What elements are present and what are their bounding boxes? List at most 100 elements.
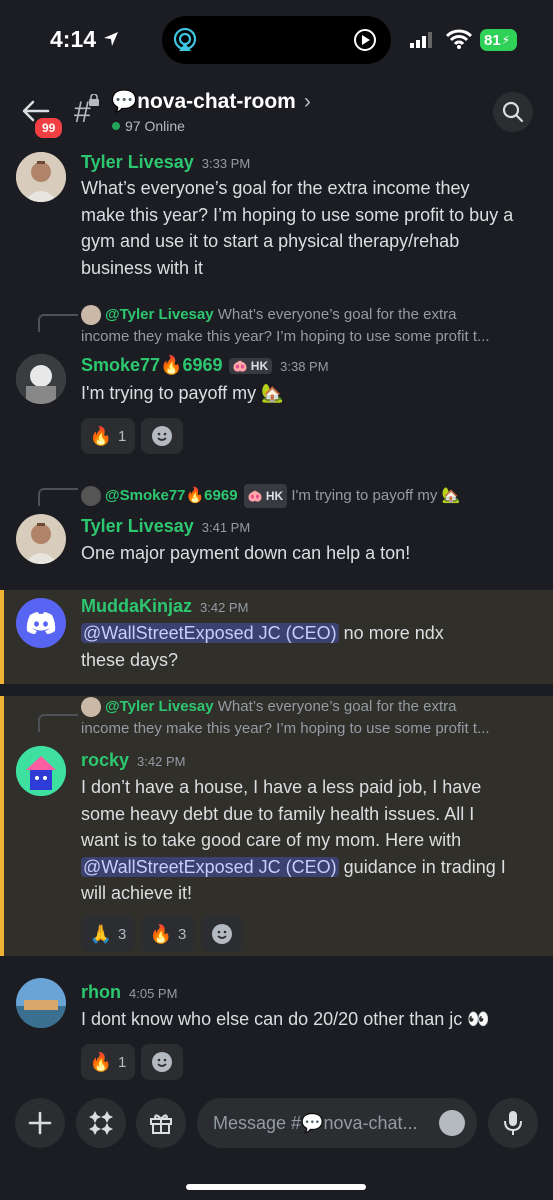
reply-text-cont: income they make this year? I’m hoping t… — [81, 720, 490, 737]
channel-name: 💬nova-chat-room — [111, 90, 296, 113]
reply-author: @Smoke77🔥6969 — [105, 486, 238, 504]
charging-icon: ⚡ — [501, 33, 511, 47]
clock: 4:14 — [50, 26, 97, 52]
avatar[interactable] — [16, 978, 66, 1028]
reply-preview[interactable]: @Tyler Livesay What’s everyone’s goal fo… — [81, 696, 541, 740]
cellular-signal-icon — [410, 32, 432, 48]
user-mention[interactable]: @WallStreetExposed JC (CEO) — [81, 856, 339, 877]
reaction-bar: 🔥 1 — [81, 418, 183, 454]
username[interactable]: MuddaKinjaz 3:42 PM — [81, 596, 248, 617]
lock-icon — [89, 94, 99, 106]
channel-hash-icon: # — [74, 94, 99, 130]
emoji-picker-icon[interactable] — [439, 1110, 465, 1136]
avatar[interactable] — [16, 354, 66, 404]
message-text: What’s everyone’s goal for the extra inc… — [81, 178, 514, 278]
reaction-bar: 🙏 3 🔥 3 — [81, 916, 243, 952]
battery-indicator: 81 ⚡ — [480, 29, 517, 51]
message: Tyler Livesay 3:33 PM What’s everyone’s g… — [0, 146, 553, 286]
home-indicator — [186, 1184, 366, 1190]
message-text: @WallStreetExposed JC (CEO) no more ndx … — [81, 623, 444, 670]
message-input[interactable]: Message #💬nova-chat... — [197, 1098, 477, 1148]
channel-header: 99 # 💬nova-chat-room › 97 Online — [0, 84, 553, 146]
role-tag: 🐽 HK — [243, 484, 288, 508]
reply-author: @Tyler Livesay — [105, 306, 214, 323]
gift-icon — [150, 1114, 172, 1134]
add-reaction-icon — [212, 924, 232, 944]
location-arrow-icon — [104, 32, 118, 46]
reaction-fire[interactable]: 🔥 1 — [81, 418, 135, 454]
message: @Smoke77🔥6969 🐽 HK I'm trying to payoff m… — [0, 476, 553, 586]
timestamp: 3:41 PM — [201, 520, 251, 535]
message: @Tyler Livesay What’s everyone’s goal fo… — [0, 296, 553, 466]
gift-button[interactable] — [136, 1098, 186, 1148]
message-input-placeholder: Message #💬nova-chat... — [213, 1112, 418, 1133]
dynamic-island — [162, 16, 391, 64]
message: rhon 4:05 PM I dont know who else can do … — [0, 976, 553, 1086]
plus-icon — [28, 1111, 52, 1135]
unread-badge: 99 — [33, 116, 65, 140]
timestamp: 3:42 PM — [200, 600, 249, 615]
reaction-fire[interactable]: 🔥 1 — [81, 1044, 135, 1080]
username[interactable]: Smoke77🔥6969 🐽 HK 3:38 PM — [81, 355, 329, 376]
sparkle-apps-icon — [89, 1111, 113, 1135]
reply-connector — [38, 488, 78, 506]
online-count: 97 Online — [112, 118, 185, 134]
reply-connector — [38, 314, 78, 332]
reply-avatar — [81, 305, 101, 326]
message-list[interactable]: Tyler Livesay 3:33 PM What’s everyone’s g… — [0, 146, 553, 1086]
message-text: One major payment down can help a ton! — [81, 543, 411, 563]
airplay-icon — [173, 27, 197, 51]
username[interactable]: rocky 3:42 PM — [81, 750, 185, 771]
avatar[interactable] — [16, 598, 66, 648]
username[interactable]: Tyler Livesay 3:33 PM — [81, 152, 250, 173]
add-reaction-button[interactable] — [141, 418, 183, 454]
username[interactable]: rhon 4:05 PM — [81, 982, 177, 1003]
screen-record-icon — [354, 29, 376, 51]
reply-author: @Tyler Livesay — [105, 698, 214, 715]
reply-connector — [38, 714, 78, 732]
reply-text-cont: income they make this year? I’m hoping t… — [81, 328, 490, 345]
add-reaction-button[interactable] — [141, 1044, 183, 1080]
timestamp: 3:38 PM — [280, 359, 329, 374]
timestamp: 3:42 PM — [137, 754, 186, 769]
username[interactable]: Tyler Livesay 3:41 PM — [81, 516, 250, 537]
avatar[interactable] — [16, 514, 66, 564]
discord-logo-icon — [26, 612, 56, 634]
user-mention[interactable]: @WallStreetExposed JC (CEO) — [81, 623, 339, 643]
add-reaction-icon — [152, 426, 172, 446]
microphone-icon — [504, 1111, 522, 1135]
voice-message-button[interactable] — [488, 1098, 538, 1148]
add-reaction-icon — [152, 1052, 172, 1072]
reaction-bar: 🔥 1 — [81, 1044, 183, 1080]
battery-level: 81 — [484, 31, 501, 49]
channel-title[interactable]: 💬nova-chat-room › — [111, 90, 311, 114]
reaction-fire[interactable]: 🔥 3 — [141, 916, 195, 952]
reply-avatar — [81, 486, 101, 506]
wifi-icon — [446, 29, 472, 49]
reply-text: What’s everyone’s goal for the extra — [217, 306, 457, 323]
message-mention-highlight: @Tyler Livesay What’s everyone’s goal fo… — [0, 696, 553, 956]
online-dot-icon — [112, 122, 120, 130]
reply-preview[interactable]: @Tyler Livesay What’s everyone’s goal fo… — [81, 304, 541, 348]
add-reaction-button[interactable] — [201, 916, 243, 952]
message-text: I'm trying to payoff my 🏡 — [81, 383, 284, 403]
timestamp: 4:05 PM — [129, 986, 178, 1001]
search-button[interactable] — [493, 92, 533, 132]
message-text: I don’t have a house, I have a less paid… — [81, 777, 506, 903]
reply-text: What’s everyone’s goal for the extra — [217, 698, 457, 715]
reply-text: I'm trying to payoff my 🏡 — [291, 486, 461, 504]
add-attachment-button[interactable] — [15, 1098, 65, 1148]
reply-avatar — [81, 697, 101, 718]
avatar[interactable] — [16, 746, 66, 796]
chevron-right-icon: › — [303, 90, 311, 113]
online-text: 97 Online — [125, 118, 185, 134]
message-text: I dont know who else can do 20/20 other … — [81, 1009, 490, 1029]
apps-button[interactable] — [76, 1098, 126, 1148]
status-bar: 4:14 81 ⚡ — [0, 0, 553, 84]
avatar[interactable] — [16, 152, 66, 202]
reply-preview[interactable]: @Smoke77🔥6969 🐽 HK I'm trying to payoff m… — [81, 484, 541, 508]
timestamp: 3:33 PM — [201, 156, 251, 171]
role-tag: 🐽 HK — [228, 358, 273, 375]
message-mention-highlight: MuddaKinjaz 3:42 PM @WallStreetExposed JC… — [0, 590, 553, 684]
reaction-pray[interactable]: 🙏 3 — [81, 916, 135, 952]
